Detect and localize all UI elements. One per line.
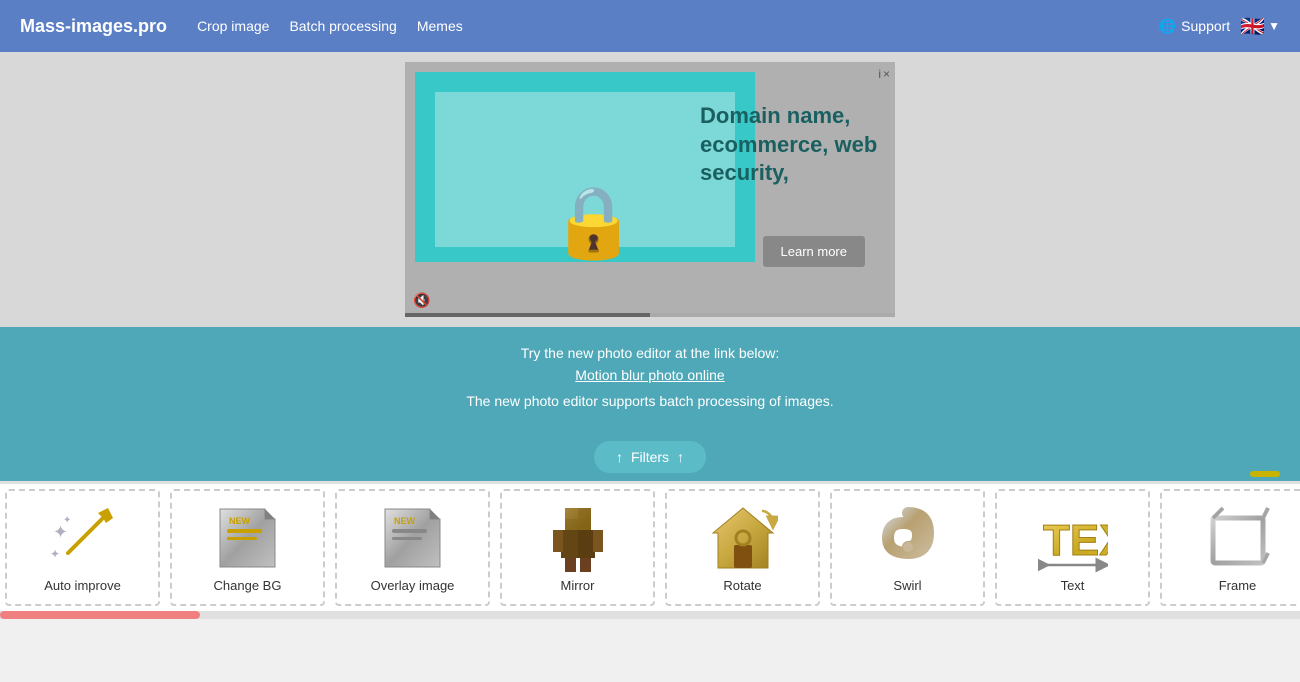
- chevron-down-icon: ▼: [1268, 19, 1280, 33]
- filters-bar: ↑ Filters ↑: [0, 433, 1300, 481]
- info-line1: Try the new photo editor at the link bel…: [20, 345, 1280, 361]
- change-bg-icon: NEW: [215, 502, 280, 574]
- scroll-indicator: [1250, 471, 1280, 477]
- header: Mass-images.pro Crop image Batch process…: [0, 0, 1300, 52]
- ad-banner: 🔒 Domain name, ecommerce, web security, …: [0, 52, 1300, 327]
- svg-text:✦: ✦: [50, 547, 60, 561]
- mirror-label: Mirror: [561, 578, 595, 593]
- ad-controls: i ×: [878, 67, 890, 81]
- flag-icon: 🇬🇧: [1240, 14, 1265, 39]
- motion-blur-link[interactable]: Motion blur photo online: [575, 367, 724, 383]
- filters-arrow-up-left: ↑: [616, 449, 623, 465]
- ad-info-icon[interactable]: i: [878, 67, 881, 81]
- ad-progress-fill: [405, 313, 650, 317]
- main-nav: Crop image Batch processing Memes: [197, 18, 1159, 34]
- rotate-label: Rotate: [723, 578, 761, 593]
- nav-crop-image[interactable]: Crop image: [197, 18, 269, 34]
- tools-grid: ✦ ✦ ✦ Auto improve: [0, 481, 1300, 611]
- info-line2: The new photo editor supports batch proc…: [20, 393, 1280, 409]
- tool-overlay-image[interactable]: NEW Overlay image: [335, 489, 490, 606]
- site-logo[interactable]: Mass-images.pro: [20, 16, 167, 37]
- filters-label: Filters: [631, 449, 669, 465]
- frame-icon: [1203, 502, 1273, 574]
- info-banner: Try the new photo editor at the link bel…: [0, 327, 1300, 433]
- overlay-image-icon: NEW: [380, 502, 445, 574]
- auto-improve-icon: ✦ ✦ ✦: [48, 502, 118, 574]
- overlay-image-label: Overlay image: [371, 578, 455, 593]
- filters-arrow-up-right: ↑: [677, 449, 684, 465]
- filters-button[interactable]: ↑ Filters ↑: [594, 441, 706, 473]
- tool-mirror[interactable]: Mirror: [500, 489, 655, 606]
- swirl-icon: [873, 502, 943, 574]
- auto-improve-label: Auto improve: [44, 578, 121, 593]
- ad-close-icon[interactable]: ×: [883, 67, 890, 81]
- bottom-scrollbar[interactable]: [0, 611, 1300, 619]
- ad-lock-icon: 🔒: [550, 187, 637, 257]
- swirl-label: Swirl: [893, 578, 921, 593]
- change-bg-label: Change BG: [214, 578, 282, 593]
- svg-text:TEXT: TEXT: [1043, 516, 1108, 565]
- tool-frame[interactable]: Frame: [1160, 489, 1300, 606]
- tool-auto-improve[interactable]: ✦ ✦ ✦ Auto improve: [5, 489, 160, 606]
- language-selector[interactable]: 🇬🇧 ▼: [1240, 14, 1280, 39]
- ad-text-area: Domain name, ecommerce, web security,: [700, 102, 885, 188]
- ad-learn-more-button[interactable]: Learn more: [763, 236, 865, 267]
- text-label: Text: [1061, 578, 1085, 593]
- svg-text:NEW: NEW: [394, 516, 416, 526]
- ad-mute-icon[interactable]: 🔇: [413, 292, 430, 309]
- mirror-icon: [543, 502, 613, 574]
- scrollbar-thumb[interactable]: [0, 611, 200, 619]
- header-right: 🌐 Support 🇬🇧 ▼: [1159, 14, 1280, 39]
- globe-icon: 🌐: [1159, 18, 1176, 35]
- text-icon: TEXT: [1038, 502, 1108, 574]
- svg-text:NEW: NEW: [229, 516, 251, 526]
- ad-progress-bar: [405, 313, 895, 317]
- frame-label: Frame: [1219, 578, 1257, 593]
- tool-text[interactable]: TEXT Text: [995, 489, 1150, 606]
- support-link[interactable]: 🌐 Support: [1159, 18, 1230, 35]
- rotate-icon: [708, 502, 778, 574]
- nav-memes[interactable]: Memes: [417, 18, 463, 34]
- svg-text:✦: ✦: [63, 515, 71, 526]
- tool-swirl[interactable]: Swirl: [830, 489, 985, 606]
- tool-change-bg[interactable]: NEW Change BG: [170, 489, 325, 606]
- tool-rotate[interactable]: Rotate: [665, 489, 820, 606]
- ad-inner: 🔒 Domain name, ecommerce, web security, …: [405, 62, 895, 317]
- ad-headline: Domain name, ecommerce, web security,: [700, 102, 885, 188]
- nav-batch-processing[interactable]: Batch processing: [289, 18, 396, 34]
